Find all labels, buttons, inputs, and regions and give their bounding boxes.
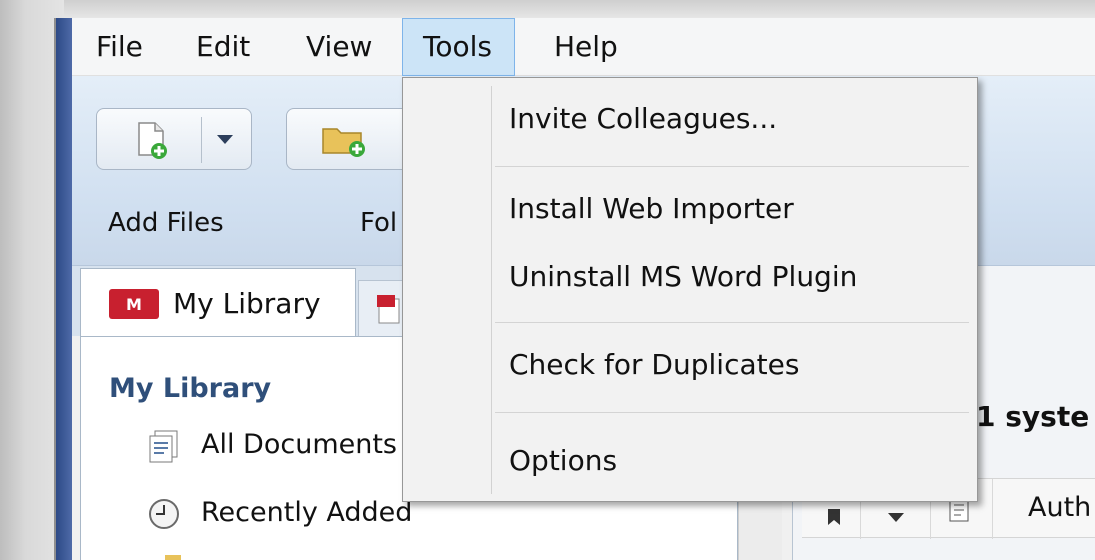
add-document-icon xyxy=(138,122,167,159)
folder-icon xyxy=(165,555,181,560)
svg-text:M: M xyxy=(126,295,142,314)
split-divider xyxy=(201,117,202,163)
tab-my-library[interactable]: M My Library xyxy=(80,268,356,340)
app-window: File Edit View Tools Help Add Files Fol … xyxy=(72,18,1095,560)
folder-label: Fol xyxy=(360,208,398,238)
sidebar-item-all-documents[interactable]: All Documents xyxy=(201,429,397,460)
menu-separator xyxy=(495,412,969,413)
menu-icon-gutter xyxy=(491,86,492,494)
tools-dropdown-menu: Invite Colleagues... Install Web Importe… xyxy=(402,77,978,502)
pdf-document-icon xyxy=(377,295,400,324)
window-border-accent xyxy=(56,18,72,560)
clock-icon xyxy=(149,499,179,529)
menu-item-check-duplicates[interactable]: Check for Duplicates xyxy=(509,348,799,381)
library-heading: My Library xyxy=(109,373,272,404)
menu-tools[interactable]: Tools xyxy=(402,18,515,76)
sidebar-item-recently-added[interactable]: Recently Added xyxy=(201,497,412,528)
add-files-label: Add Files xyxy=(108,208,224,238)
read-status-column-icon[interactable] xyxy=(886,511,906,525)
menu-separator xyxy=(495,166,969,167)
menu-separator xyxy=(495,322,969,323)
chevron-down-icon[interactable] xyxy=(215,133,235,147)
menu-item-install-web-importer[interactable]: Install Web Importer xyxy=(509,192,794,225)
menu-item-invite-colleagues[interactable]: Invite Colleagues... xyxy=(509,102,777,135)
mendeley-logo-icon: M xyxy=(109,289,159,319)
menu-edit[interactable]: Edit xyxy=(182,18,264,76)
column-header-authors[interactable]: Auth xyxy=(1028,492,1091,523)
menu-view[interactable]: View xyxy=(292,18,386,76)
menu-help[interactable]: Help xyxy=(540,18,632,76)
documents-title: 1 syste xyxy=(976,400,1090,433)
menu-item-uninstall-word-plugin[interactable]: Uninstall MS Word Plugin xyxy=(509,260,857,293)
menu-item-options[interactable]: Options xyxy=(509,444,617,477)
menu-bar: File Edit View Tools Help xyxy=(72,18,1095,76)
tab-label: My Library xyxy=(173,287,321,320)
add-files-button[interactable] xyxy=(96,108,252,170)
menu-file[interactable]: File xyxy=(82,18,157,76)
add-folder-icon xyxy=(322,128,365,157)
window-frame-left xyxy=(0,0,72,560)
star-column-icon[interactable] xyxy=(826,507,842,527)
documents-icon xyxy=(149,430,178,463)
window-frame-top xyxy=(0,0,1095,18)
column-divider xyxy=(992,479,993,539)
